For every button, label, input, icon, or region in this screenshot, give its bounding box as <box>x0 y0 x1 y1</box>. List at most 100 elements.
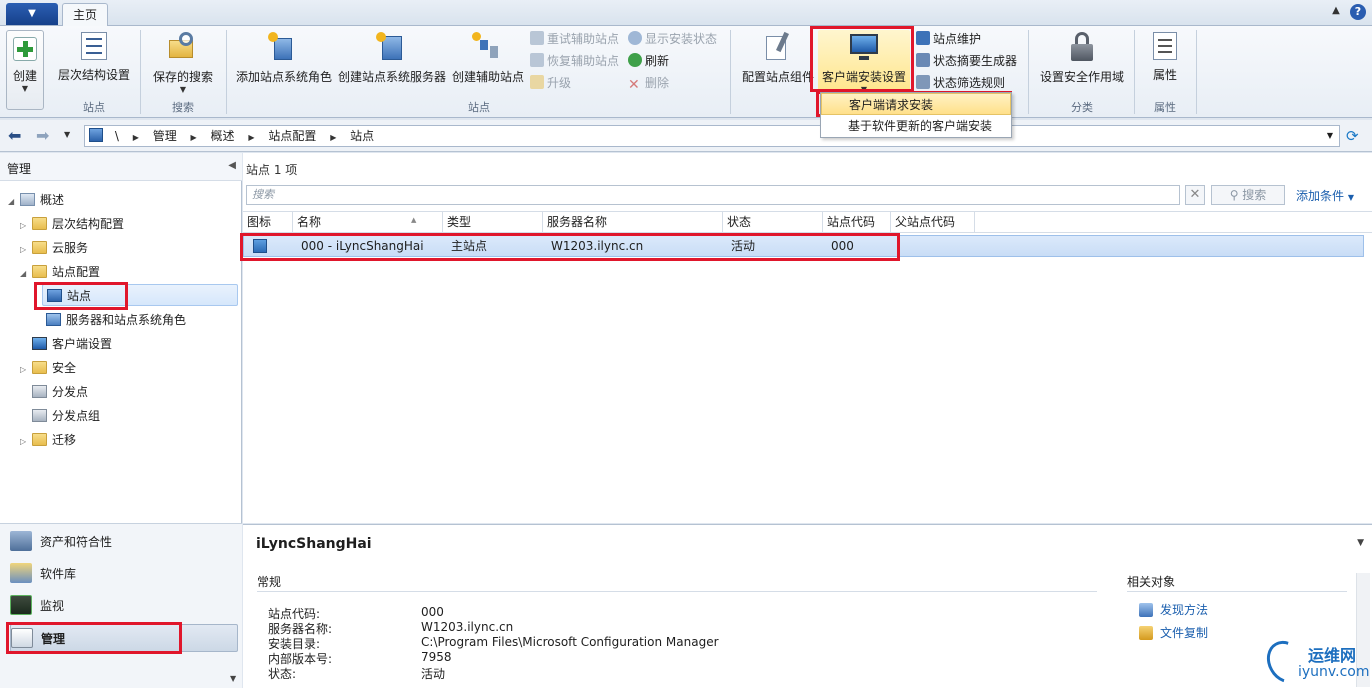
monitor-icon <box>32 337 47 350</box>
workspace-monitoring[interactable]: 监视 <box>10 592 238 620</box>
refresh-icon[interactable]: ⟳ <box>1346 127 1364 145</box>
chevron-down-icon[interactable]: ▼ <box>230 674 236 683</box>
results-title: 站点 1 项 <box>246 163 298 177</box>
folder-icon <box>32 241 47 254</box>
tree-item-site-configuration[interactable]: ◢ 站点配置 <box>20 261 100 283</box>
breadcrumb-administration[interactable]: 管理 <box>153 126 177 146</box>
add-criteria-link[interactable]: 添加条件 ▼ <box>1296 187 1354 204</box>
chevron-down-icon[interactable]: ▼ <box>1357 538 1364 548</box>
column-parent-site-code[interactable]: 父站点代码 <box>891 212 975 233</box>
column-type[interactable]: 类型 <box>443 212 543 233</box>
related-link-discovery-methods[interactable]: 发现方法 <box>1139 601 1208 618</box>
tree-item-distribution-points[interactable]: 分发点 <box>32 381 88 403</box>
delete-button[interactable]: ✕ 删除 <box>628 74 669 92</box>
cell-server-name: W1203.ilync.cn <box>551 239 644 253</box>
configure-site-components-button[interactable]: 配置站点组件 <box>738 30 818 94</box>
related-link-file-replication[interactable]: 文件复制 <box>1139 624 1208 641</box>
column-icon[interactable]: 图标 <box>243 212 293 233</box>
workspace-administration[interactable]: 管理 <box>10 624 238 652</box>
breadcrumb-site-configuration[interactable]: 站点配置 <box>268 126 316 146</box>
collapsed-arrow-icon[interactable]: ▷ <box>20 215 32 237</box>
recover-secondary-site-button[interactable]: 恢复辅助站点 <box>530 52 619 70</box>
group-divider <box>140 30 141 114</box>
cell-site-code: 000 <box>831 239 854 253</box>
column-server-name[interactable]: 服务器名称 <box>543 212 723 233</box>
clear-search-icon[interactable]: ✕ <box>1185 185 1205 205</box>
tree-item-hierarchy-configuration[interactable]: ▷ 层次结构配置 <box>20 213 124 235</box>
detail-value: 000 <box>421 605 444 619</box>
hierarchy-settings-button[interactable]: 层次结构设置 <box>54 30 134 94</box>
status-filter-rules-button[interactable]: 状态筛选规则 <box>916 74 1005 92</box>
breadcrumb-overview[interactable]: 概述 <box>211 126 235 146</box>
app-menu-button[interactable]: ▼ <box>6 3 58 25</box>
properties-page-icon <box>1153 32 1177 60</box>
tree-item-security[interactable]: ▷ 安全 <box>20 357 76 379</box>
retry-secondary-site-button[interactable]: 重试辅助站点 <box>530 30 619 48</box>
workspace-switcher: 资产和符合性 软件库 监视 管理 ▼ <box>0 523 242 688</box>
tree-item-overview[interactable]: ◢ 概述 <box>8 189 64 211</box>
administration-icon <box>11 628 33 648</box>
chevron-right-icon: ▶ <box>248 133 255 142</box>
column-site-code[interactable]: 站点代码 <box>823 212 891 233</box>
site-maintenance-button[interactable]: 站点维护 <box>916 30 981 48</box>
table-row[interactable]: 000 - iLyncShangHai 主站点 W1203.ilync.cn 活… <box>243 235 1364 257</box>
history-dropdown-icon[interactable]: ▼ <box>64 130 76 142</box>
breadcrumb-root[interactable]: \ <box>115 126 119 146</box>
checklist-icon <box>81 32 107 60</box>
menu-item-software-update-client-installation[interactable]: 基于软件更新的客户端安装 <box>821 115 1011 137</box>
software-library-icon <box>10 563 32 583</box>
ribbon: 创建 ▼ 层次结构设置 站点 保存的搜索 ▼ 搜索 添加站点系统角色 创建站点系… <box>0 26 1372 118</box>
refresh-button[interactable]: 刷新 <box>628 52 669 70</box>
details-title: iLyncShangHai <box>256 536 372 552</box>
column-state[interactable]: 状态 <box>723 212 823 233</box>
workspace-assets-and-compliance[interactable]: 资产和符合性 <box>10 528 238 556</box>
column-name[interactable]: 名称 ▲ <box>293 212 443 233</box>
divider <box>257 591 1097 592</box>
create-secondary-site-button[interactable]: 创建辅助站点 <box>450 30 526 94</box>
show-install-status-button[interactable]: 显示安装状态 <box>628 30 717 48</box>
minimize-ribbon-icon[interactable]: ▲ <box>1329 5 1343 19</box>
collapsed-arrow-icon[interactable]: ▷ <box>20 359 32 381</box>
users-icon <box>10 531 32 551</box>
overview-icon <box>20 193 35 206</box>
collapsed-arrow-icon[interactable]: ▷ <box>20 239 32 261</box>
tab-home[interactable]: 主页 <box>62 3 108 27</box>
create-button[interactable]: 创建 ▼ <box>6 30 44 110</box>
client-installation-settings-button[interactable]: 客户端安装设置 ▼ <box>818 30 910 94</box>
detail-value: 7958 <box>421 650 452 664</box>
set-security-scopes-button[interactable]: 设置安全作用域 <box>1036 30 1128 94</box>
folder-icon <box>32 265 47 278</box>
status-summarizers-button[interactable]: 状态摘要生成器 <box>916 52 1017 70</box>
monitoring-icon <box>10 595 32 615</box>
collapsed-arrow-icon[interactable]: ▷ <box>20 431 32 453</box>
help-icon[interactable]: ? <box>1350 4 1366 20</box>
properties-button[interactable]: 属性 <box>1140 30 1190 94</box>
folder-icon <box>32 361 47 374</box>
search-button[interactable]: ⚲ 搜索 <box>1211 185 1285 205</box>
saved-searches-button[interactable]: 保存的搜索 ▼ <box>146 30 220 94</box>
folder-icon <box>32 433 47 446</box>
tree-item-cloud-services[interactable]: ▷ 云服务 <box>20 237 88 259</box>
tree-item-client-settings[interactable]: 客户端设置 <box>32 333 112 355</box>
breadcrumb-sites[interactable]: 站点 <box>350 126 374 146</box>
menu-item-client-push-installation[interactable]: 客户端请求安装 <box>821 93 1011 115</box>
search-input[interactable]: 搜索 <box>246 185 1180 205</box>
create-site-system-server-button[interactable]: 创建站点系统服务器 <box>336 30 448 94</box>
cell-type: 主站点 <box>451 239 488 253</box>
breadcrumb[interactable]: \ ▶ 管理 ▶ 概述 ▶ 站点配置 ▶ 站点 ▼ <box>84 125 1340 147</box>
collapse-pane-icon[interactable]: ◀ <box>228 160 236 171</box>
server-star-icon <box>376 32 408 62</box>
workspace-software-library[interactable]: 软件库 <box>10 560 238 588</box>
expanded-arrow-icon[interactable]: ◢ <box>20 263 32 285</box>
chevron-down-icon: ▼ <box>179 85 187 94</box>
upgrade-button[interactable]: 升级 <box>530 74 571 92</box>
add-site-system-roles-button[interactable]: 添加站点系统角色 <box>234 30 334 94</box>
back-arrow-icon[interactable]: ⬅ <box>8 126 30 146</box>
tree-item-distribution-point-groups[interactable]: 分发点组 <box>32 405 100 427</box>
tree-item-sites[interactable]: 站点 <box>42 284 238 306</box>
tree-item-servers-and-site-system-roles[interactable]: 服务器和站点系统角色 <box>46 309 186 331</box>
chevron-down-icon[interactable]: ▼ <box>1327 126 1333 146</box>
expanded-arrow-icon[interactable]: ◢ <box>8 191 20 213</box>
forward-arrow-icon[interactable]: ➡ <box>36 126 58 146</box>
tree-item-migration[interactable]: ▷ 迁移 <box>20 429 76 451</box>
